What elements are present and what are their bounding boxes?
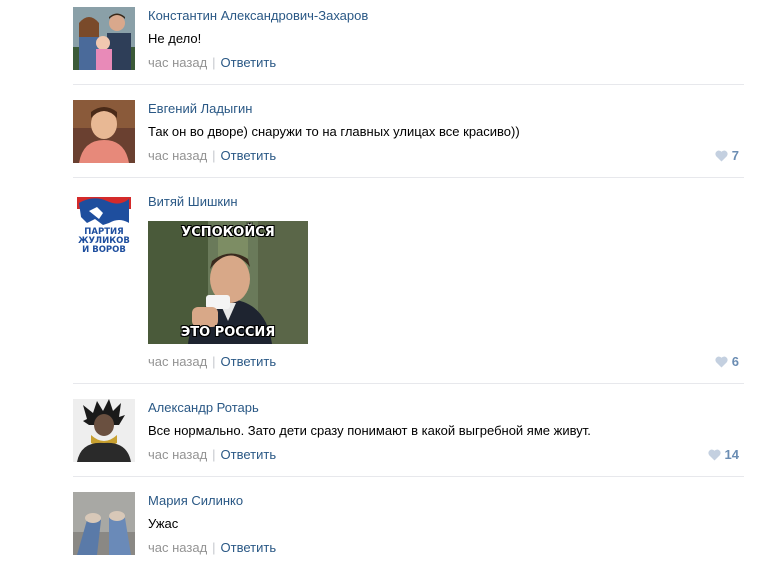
separator: | bbox=[212, 447, 216, 462]
separator: | bbox=[212, 354, 216, 369]
timestamp[interactable]: час назад bbox=[148, 148, 207, 163]
comment-text: Не дело! bbox=[148, 31, 202, 46]
comment-text: Ужас bbox=[148, 516, 179, 531]
like-button[interactable]: 7 bbox=[715, 148, 739, 163]
comment-text: Все нормально. Зато дети сразу понимают … bbox=[148, 423, 591, 438]
heart-icon bbox=[715, 150, 728, 161]
author-name[interactable]: Витяй Шишкин bbox=[148, 194, 238, 209]
comment-text: Так он во дворе) снаружи то на главных у… bbox=[148, 124, 520, 139]
timestamp[interactable]: час назад bbox=[148, 540, 207, 555]
avatar[interactable] bbox=[73, 100, 135, 163]
meme-bottom-text: ЭТО РОССИЯ bbox=[180, 325, 276, 340]
reply-button[interactable]: Ответить bbox=[221, 540, 277, 555]
separator: | bbox=[212, 148, 216, 163]
divider bbox=[73, 177, 744, 178]
like-button[interactable]: 6 bbox=[715, 354, 739, 369]
avatar[interactable] bbox=[73, 399, 135, 462]
comment-meta: час назад | Ответить bbox=[148, 540, 276, 555]
avatar[interactable] bbox=[73, 7, 135, 70]
like-count: 14 bbox=[724, 447, 739, 462]
comment-meta: час назад | Ответить bbox=[148, 55, 276, 70]
divider bbox=[73, 383, 744, 384]
comment-meta: час назад | Ответить bbox=[148, 354, 276, 369]
comment-meta: час назад | Ответить bbox=[148, 447, 276, 462]
avatar[interactable]: ПАРТИЯ ЖУЛИКОВ И ВОРОВ bbox=[73, 193, 135, 256]
separator: | bbox=[212, 55, 216, 70]
heart-icon bbox=[715, 356, 728, 367]
author-name[interactable]: Александр Ротарь bbox=[148, 400, 259, 415]
divider bbox=[73, 84, 744, 85]
separator: | bbox=[212, 540, 216, 555]
like-count: 6 bbox=[731, 354, 739, 369]
reply-button[interactable]: Ответить bbox=[221, 55, 277, 70]
like-count: 7 bbox=[731, 148, 739, 163]
reply-button[interactable]: Ответить bbox=[221, 447, 277, 462]
timestamp[interactable]: час назад bbox=[148, 447, 207, 462]
meme-top-text: УСПОКОЙСЯ bbox=[181, 225, 275, 240]
author-name[interactable]: Мария Силинко bbox=[148, 493, 243, 508]
divider bbox=[73, 476, 744, 477]
reply-button[interactable]: Ответить bbox=[221, 354, 277, 369]
avatar-caption: ПАРТИЯ ЖУЛИКОВ И ВОРОВ bbox=[78, 227, 130, 255]
timestamp[interactable]: час назад bbox=[148, 55, 207, 70]
attached-photo[interactable]: УСПОКОЙСЯ ЭТО РОССИЯ bbox=[148, 221, 308, 344]
timestamp[interactable]: час назад bbox=[148, 354, 207, 369]
author-name[interactable]: Евгений Ладыгин bbox=[148, 101, 252, 116]
reply-button[interactable]: Ответить bbox=[221, 148, 277, 163]
like-button[interactable]: 14 bbox=[707, 447, 739, 462]
comment-meta: час назад | Ответить bbox=[148, 148, 276, 163]
heart-icon bbox=[707, 449, 721, 460]
avatar[interactable] bbox=[73, 492, 135, 555]
author-name[interactable]: Константин Александрович-Захаров bbox=[148, 8, 368, 23]
